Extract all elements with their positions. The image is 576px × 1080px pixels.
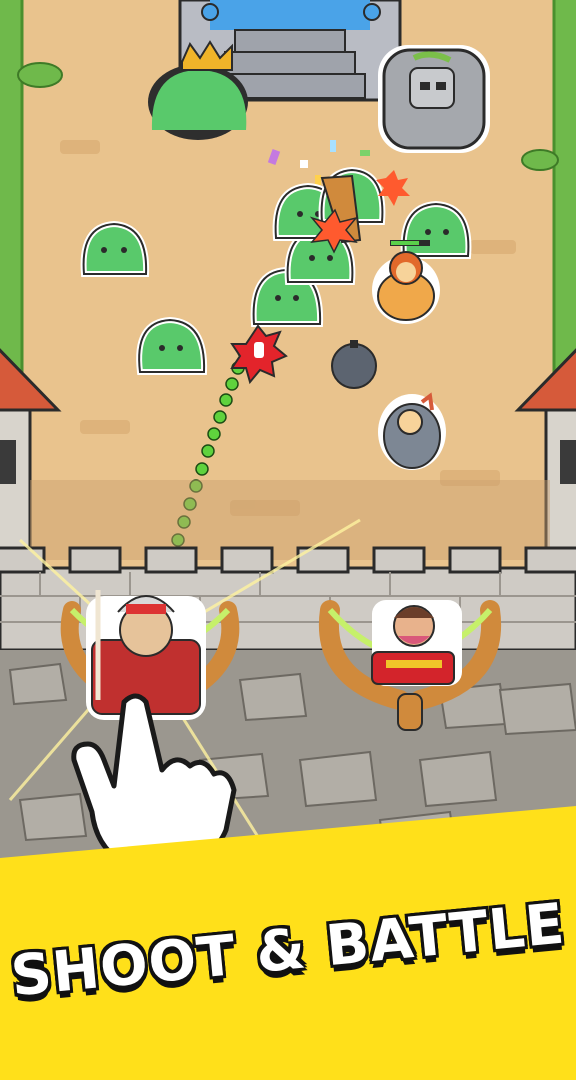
knight-enemy	[378, 392, 446, 470]
slime-enemy	[80, 220, 150, 277]
princess-hero	[371, 600, 462, 686]
game-screen: SHOOT & BATTLE	[0, 0, 576, 1080]
slime-enemy	[136, 316, 208, 375]
slime-enemy	[400, 200, 472, 259]
battle-scene	[0, 0, 576, 1080]
stone-golem-enemy	[378, 45, 490, 153]
